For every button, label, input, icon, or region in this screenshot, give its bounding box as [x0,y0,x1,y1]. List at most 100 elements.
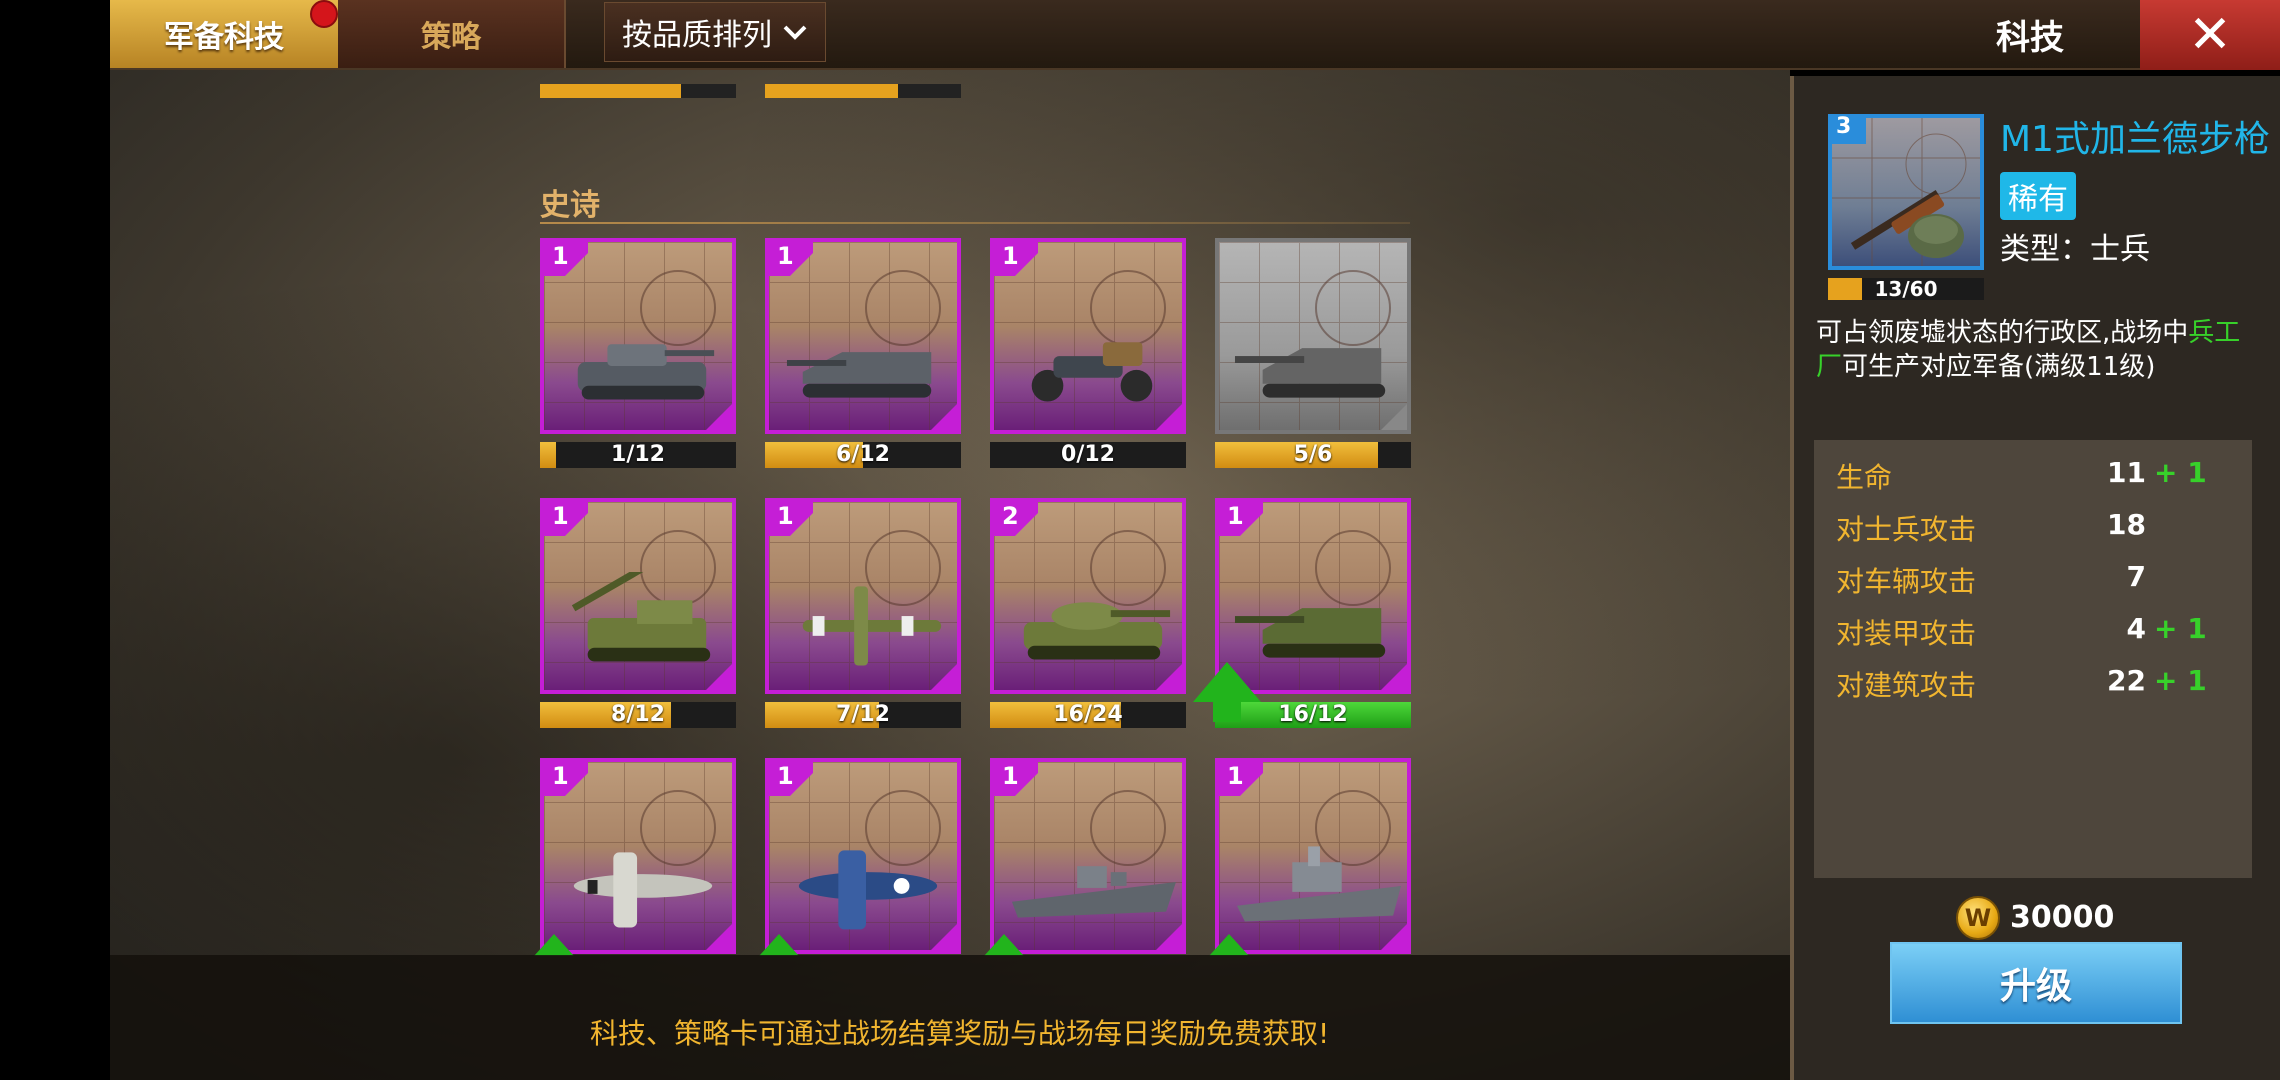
card-corner [706,924,732,950]
heavy-tank-icon [1023,602,1171,660]
section-title-epic: 史诗 [540,188,600,223]
upgrade-button[interactable]: 升级 [1890,942,2182,1024]
upgrade-label: 升级 [1999,966,2072,1007]
card-corner [931,924,957,950]
card-level-badge: 1 [769,762,813,796]
card-corner [1381,664,1407,690]
tab-military-tech[interactable]: 军备科技 [110,0,338,68]
card-frame: 1 [990,758,1186,954]
item-progress-bar: 13/60 [1828,278,1984,300]
card-frame: 1 [765,238,961,434]
sort-dropdown[interactable]: 按品质排列 [604,2,826,62]
equipment-card[interactable]: 1 7/12 [765,498,961,728]
equipment-card[interactable]: 1 16/12 [1193,498,1411,728]
artillery-icon [571,572,711,662]
equipment-card[interactable]: 1 1/12 [540,238,736,468]
tab-label: 军备科技 [164,20,284,55]
card-level-badge: 1 [769,502,813,536]
card-progress-text: 8/12 [611,702,665,727]
stat-label: 对车辆攻击 [1836,565,1977,598]
upgrade-arrow-icon [759,934,799,956]
equipment-card[interactable]: 2 16/24 [990,498,1186,728]
upgrade-cost: W 30000 [1956,896,2136,940]
card-progress-bar: 5/6 [1215,442,1411,468]
card-level-badge: 1 [1219,502,1263,536]
card-frame [1215,238,1411,434]
previous-row-progress [540,84,736,98]
card-progress-text: 0/12 [1061,442,1115,467]
card-progress-text: 16/24 [1053,702,1123,727]
equipment-card[interactable]: 5/6 [1215,238,1411,468]
card-corner [931,404,957,430]
card-level-badge: 1 [769,242,813,276]
equipment-card[interactable]: 1 [534,758,736,956]
close-button[interactable]: ✕ [2140,0,2280,70]
card-corner [1156,404,1182,430]
upgrade-arrow-icon [1193,662,1261,722]
upgrade-arrow-icon [984,934,1024,956]
stat-label: 对士兵攻击 [1836,513,1977,546]
game-screen: 军备科技 策略 按品质排列 科技 ✕ 史诗 1 1/12 1 6/12 1 0/12 5/6… [0,0,2280,1080]
card-progress-text: 16/12 [1278,702,1348,727]
tank-destroyer-icon [1234,348,1386,398]
stat-row: 对装甲攻击 4 + 1 [1836,612,2236,652]
destroyer-ship-icon [1011,866,1176,918]
stat-value: 4 [2126,612,2146,645]
upgrade-arrow-icon [1209,934,1249,956]
rarity-badge: 稀有 [2000,172,2076,220]
card-progress-text: 5/6 [1293,442,1333,467]
stat-bonus: + 1 [2154,456,2207,489]
card-corner [706,404,732,430]
card-level-badge: 1 [994,242,1038,276]
card-frame: 1 [765,758,961,954]
section-divider [540,222,1410,224]
card-level-badge: 1 [544,502,588,536]
card-frame: 1 [1215,758,1411,954]
hint-text: 科技、策略卡可通过战场结算奖励与战场每日奖励免费获取! [590,1017,1330,1050]
card-progress-bar: 6/12 [765,442,961,468]
assault-gun-icon [786,352,932,398]
card-progress-text: 7/12 [836,702,890,727]
equipment-card[interactable]: 1 [984,758,1186,956]
card-progress-bar: 0/12 [990,442,1186,468]
card-frame: 1 [540,238,736,434]
chevron-down-icon [783,25,807,40]
card-progress-bar: 16/12 [1215,702,1411,728]
card-frame: 1 [540,758,736,954]
item-description: 可占领废墟状态的行政区,战场中兵工厂可生产对应军备(满级11级) [1816,316,2256,384]
item-progress-text: 13/60 [1874,277,1938,301]
card-progress-text: 6/12 [836,442,890,467]
stat-row: 生命 11 + 1 [1836,456,2236,496]
stat-value: 11 [2107,456,2146,489]
card-corner [1156,924,1182,950]
battleship-icon [1236,846,1401,922]
equipment-card[interactable]: 1 [1209,758,1411,956]
tab-strategy[interactable]: 策略 [338,0,566,68]
description-text: 可生产对应军备(满级11级) [1842,352,2156,382]
motorcycle-icon [1031,342,1153,402]
card-frame: 1 [540,498,736,694]
equipment-card[interactable]: 1 0/12 [990,238,1186,468]
stat-bonus: + 1 [2154,664,2207,697]
card-corner [1381,924,1407,950]
card-level-badge: 1 [1219,762,1263,796]
upgrade-arrow-icon [534,934,574,956]
coin-icon: W [1956,896,2000,940]
stat-label: 对装甲攻击 [1836,617,1977,650]
card-level-badge: 1 [544,242,588,276]
equipment-card[interactable]: 1 [759,758,961,956]
stat-row: 对士兵攻击 18 [1836,508,2236,548]
stat-label: 生命 [1836,461,1893,494]
equipment-card[interactable]: 1 6/12 [765,238,961,468]
card-progress-bar: 16/24 [990,702,1186,728]
tank-destroyer-icon [1234,608,1386,658]
close-icon: ✕ [2188,5,2232,65]
card-corner [706,664,732,690]
card-corner [1156,664,1182,690]
previous-row-progress [765,84,961,98]
card-progress-bar: 1/12 [540,442,736,468]
stat-label: 对建筑攻击 [1836,669,1977,702]
item-level-badge: 3 [1828,114,1866,144]
equipment-card[interactable]: 1 8/12 [540,498,736,728]
item-name: M1式加兰德步枪 [2000,119,2270,160]
